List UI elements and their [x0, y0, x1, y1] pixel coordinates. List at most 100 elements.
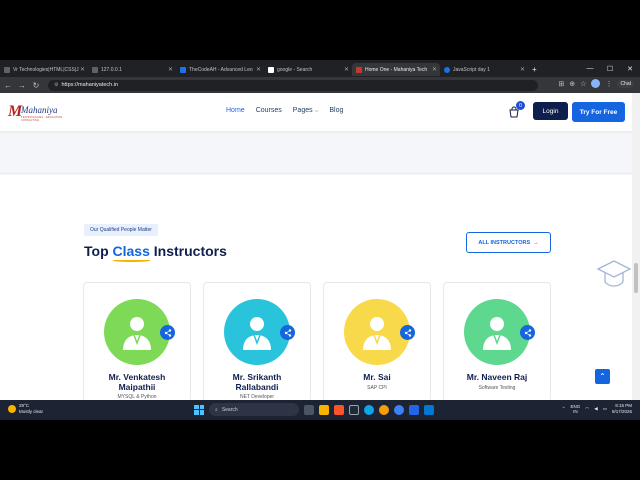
name-line2: Maipathii: [118, 382, 156, 392]
tab-label: JavaScript day 1: [453, 66, 490, 73]
install-icon[interactable]: ⊞: [558, 80, 564, 88]
search-icon: ⌕: [215, 406, 218, 413]
name-line1: Mr. Naveen Raj: [466, 372, 528, 382]
site-logo[interactable]: M Mahaniya TECHNOLOGIES · EDUCATION · CO…: [8, 103, 70, 122]
heading-highlight: Class: [112, 243, 150, 262]
weather-moon-icon: [8, 405, 16, 413]
main-nav: Home Courses Pages ⌵ Blog: [226, 107, 343, 114]
site-header: M Mahaniya TECHNOLOGIES · EDUCATION · CO…: [0, 93, 632, 131]
app-a-icon[interactable]: [349, 404, 359, 415]
tab-label: 127.0.0.1: [101, 66, 122, 73]
share-button[interactable]: [400, 325, 415, 340]
cart-button[interactable]: 0: [508, 101, 525, 118]
chevron-up-icon: ⌃: [599, 372, 606, 381]
chrome-icon[interactable]: [379, 404, 389, 415]
chevron-down-icon: ⌵: [314, 108, 319, 114]
url-field[interactable]: ⚙ https://mahaniyatech.in: [48, 79, 538, 91]
maximize-icon[interactable]: ☐: [600, 60, 620, 77]
weather-text: 29°C Mostly clear: [19, 403, 43, 415]
menu-icon[interactable]: ⋮: [605, 80, 612, 88]
favicon-icon: [4, 66, 10, 73]
page-scrollbar[interactable]: [632, 93, 640, 400]
share-button[interactable]: [520, 325, 535, 340]
language-indicator[interactable]: ENG IN: [571, 404, 581, 414]
weather-widget[interactable]: 29°C Mostly clear: [8, 403, 43, 415]
google-icon: [268, 66, 274, 73]
arrow-right-icon: →: [533, 239, 539, 246]
tab-thecodeah[interactable]: TheCodeAH - Advanced Leo ✕: [176, 63, 264, 76]
bookmark-star-icon[interactable]: ☆: [580, 80, 586, 88]
person-silhouette-icon: [243, 317, 271, 350]
date: 9/17/2026: [611, 409, 632, 414]
back-icon[interactable]: ←: [2, 79, 14, 91]
logo-tagline: TECHNOLOGIES · EDUCATION · CONSULTING: [21, 116, 65, 122]
app-blue-icon[interactable]: [394, 404, 404, 415]
reload-icon[interactable]: ↻: [30, 79, 42, 91]
close-icon[interactable]: ✕: [80, 66, 85, 73]
tab-localhost[interactable]: 127.0.0.1 ✕: [88, 63, 176, 76]
scrollbar-thumb[interactable]: [634, 263, 638, 293]
close-icon[interactable]: ✕: [520, 66, 525, 73]
share-button[interactable]: [160, 325, 175, 340]
task-view-icon[interactable]: [304, 404, 314, 415]
close-icon[interactable]: ✕: [432, 66, 437, 73]
windows-start-icon[interactable]: [194, 404, 204, 415]
temperature: 29°C: [19, 403, 30, 408]
instructor-name: Mr. Venkatesh Maipathii: [84, 372, 190, 392]
new-tab-button[interactable]: +: [528, 63, 542, 76]
nav-blog[interactable]: Blog: [329, 107, 343, 114]
store-icon[interactable]: [409, 404, 419, 415]
tab-label: Home One - Mahaniya Tech: [365, 66, 428, 73]
close-icon[interactable]: ✕: [168, 66, 173, 73]
tab-mahaniya-home[interactable]: Home One - Mahaniya Tech ✕: [352, 63, 440, 76]
tab-javascript-day1[interactable]: JavaScript day 1 ✕: [440, 63, 528, 76]
chatbot-widget[interactable]: [594, 255, 632, 291]
nav-pages[interactable]: Pages ⌵: [293, 107, 319, 114]
site-info-icon[interactable]: ⚙: [54, 82, 58, 88]
window-controls: — ☐ ✕: [580, 60, 640, 77]
edge-icon[interactable]: [364, 404, 374, 415]
instructor-card[interactable]: Mr. Venkatesh Maipathii MYSQL & Python: [83, 282, 191, 402]
clock[interactable]: 9:15 PM 9/17/2026: [612, 403, 632, 415]
instructor-name: Mr. Srikanth Rallabandi: [204, 372, 310, 392]
taskbar-search[interactable]: ⌕ Search: [209, 403, 299, 416]
instructor-role: Software Testing: [478, 385, 516, 391]
wifi-icon[interactable]: ◠: [585, 406, 589, 412]
scroll-to-top-button[interactable]: ⌃: [595, 369, 610, 384]
try-for-free-button[interactable]: Try For Free: [572, 102, 625, 122]
share-button[interactable]: [280, 325, 295, 340]
heading-pre: Top: [84, 243, 113, 259]
cart-count-badge: 0: [516, 101, 525, 110]
zoom-icon[interactable]: ⊕: [569, 80, 575, 88]
all-instructors-button[interactable]: ALL INSTRUCTORS →: [466, 232, 551, 253]
share-icon: [164, 328, 171, 337]
nav-home[interactable]: Home: [226, 107, 245, 114]
brave-browser-icon[interactable]: [334, 404, 344, 415]
battery-icon[interactable]: ▭: [603, 406, 607, 412]
instructor-card[interactable]: Mr. Sai SAP CPI: [323, 282, 431, 402]
weather-condition: Mostly clear: [19, 409, 44, 414]
instructor-card[interactable]: Mr. Naveen Raj Software Testing: [443, 282, 551, 402]
instructor-card[interactable]: Mr. Srikanth Rallabandi NET Developer: [203, 282, 311, 402]
file-explorer-icon[interactable]: [319, 404, 329, 415]
section-divider: [0, 173, 632, 174]
graduation-cap-icon: [596, 260, 632, 287]
tab-vr-technologies[interactable]: Vr Technologies|HTML|CSS|J ✕: [0, 63, 88, 76]
profile-avatar[interactable]: [591, 79, 601, 88]
close-icon[interactable]: ✕: [344, 66, 349, 73]
volume-icon[interactable]: ◀: [594, 406, 597, 412]
search-label: Search: [221, 406, 238, 413]
close-window-icon[interactable]: ✕: [620, 60, 640, 77]
chevron-up-icon[interactable]: ⌃: [562, 406, 566, 412]
nav-courses[interactable]: Courses: [256, 107, 282, 114]
tab-google-search[interactable]: google - Search ✕: [264, 63, 352, 76]
forward-icon[interactable]: →: [16, 79, 28, 91]
close-icon[interactable]: ✕: [256, 66, 261, 73]
system-tray: ⌃ ENG IN ◠ ◀ ▭ 9:15 PM 9/17/2026: [562, 403, 632, 415]
heading-post: Instructors: [149, 243, 227, 259]
login-button[interactable]: Login: [533, 102, 568, 120]
vscode-icon[interactable]: [424, 404, 434, 415]
chat-button[interactable]: Chat: [617, 79, 634, 88]
minimize-icon[interactable]: —: [580, 60, 600, 77]
favicon-icon: [356, 66, 362, 73]
